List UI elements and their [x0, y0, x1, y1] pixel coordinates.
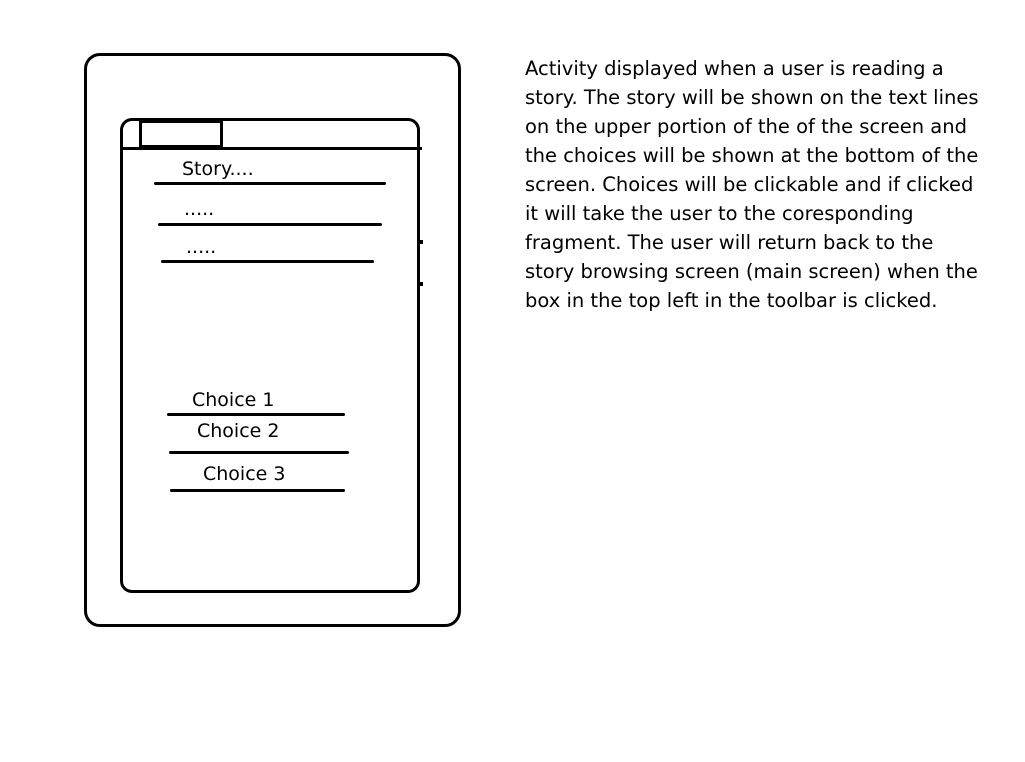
choice-1-line	[167, 413, 345, 416]
story-line-text: .....	[186, 236, 217, 258]
choice-1-label[interactable]: Choice 1	[192, 389, 274, 411]
screen-edge-mark	[420, 282, 423, 286]
choice-2-line	[169, 451, 349, 454]
toolbar-back-box[interactable]	[139, 120, 223, 148]
choice-2-label[interactable]: Choice 2	[197, 420, 279, 442]
story-line-text: .....	[184, 198, 215, 220]
story-line-text: Story....	[182, 158, 254, 180]
choice-3-label[interactable]: Choice 3	[203, 463, 285, 485]
activity-description: Activity displayed when a user is readin…	[525, 57, 979, 312]
screen-edge-mark	[420, 240, 423, 244]
story-text-line	[158, 223, 382, 226]
phone-screen	[120, 118, 420, 593]
story-text-line	[154, 182, 386, 185]
story-text-line	[161, 260, 374, 263]
choice-3-line	[170, 489, 345, 492]
